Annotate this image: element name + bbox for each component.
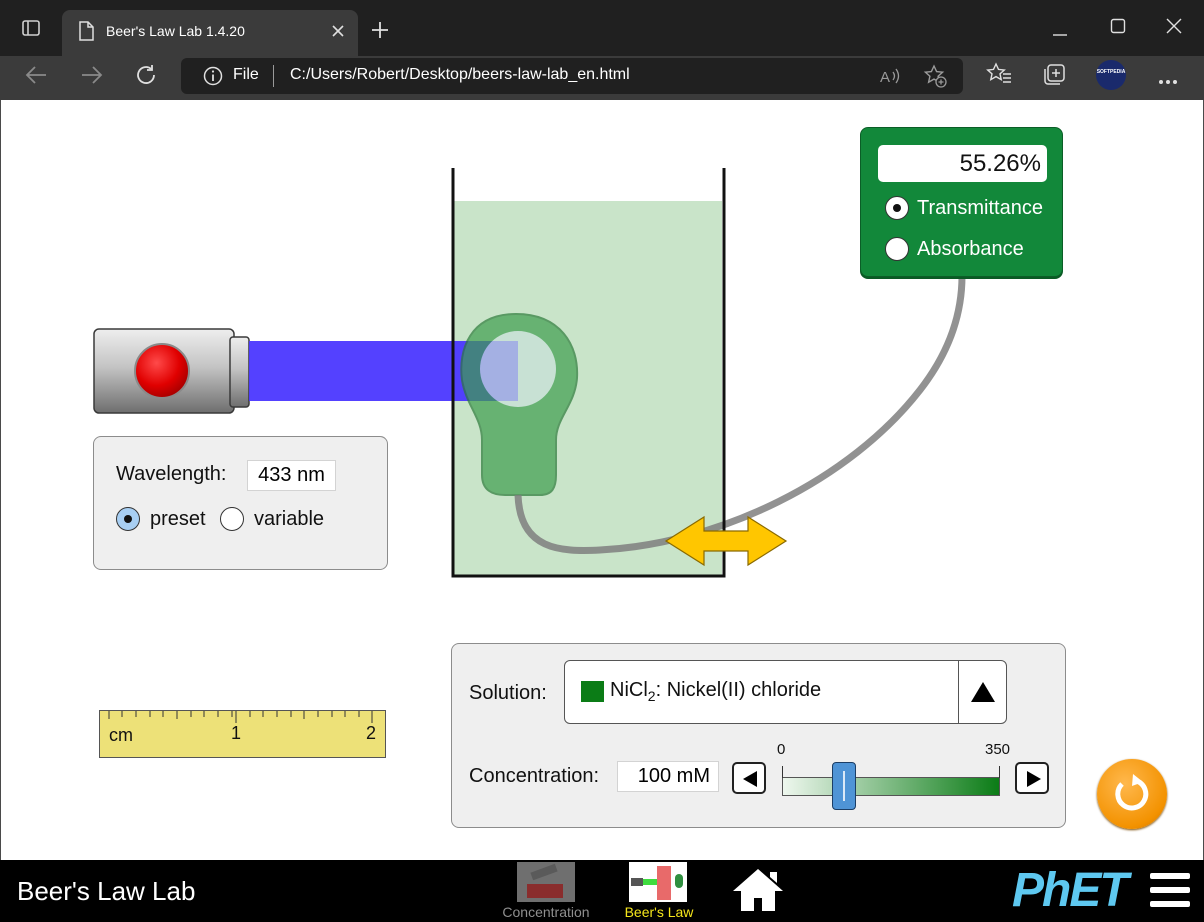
- screen-button-beers-law[interactable]: Beer's Law: [612, 862, 706, 920]
- wavelength-label: Wavelength:: [116, 463, 227, 485]
- concentration-value-box: 100 mM: [617, 761, 719, 792]
- svg-text:A: A: [880, 69, 890, 86]
- thumbnail-beaker-liquid: [527, 884, 563, 898]
- collections-icon[interactable]: [1042, 63, 1066, 92]
- wavelength-value: 433 nm: [258, 464, 325, 486]
- page-icon: [78, 21, 94, 46]
- variable-label[interactable]: variable: [254, 508, 324, 531]
- wavelength-panel: Wavelength: 433 nm preset variable: [93, 436, 388, 570]
- address-url[interactable]: C:/Users/Robert/Desktop/beers-law-lab_en…: [290, 66, 630, 84]
- close-tab-icon[interactable]: [330, 23, 346, 44]
- concentration-min-label: 0: [777, 741, 786, 758]
- thumbnail-shaker: [530, 863, 558, 881]
- reset-icon: [1115, 774, 1149, 811]
- phet-logo[interactable]: PhET: [1012, 866, 1137, 916]
- ruler-tick-1: 1: [231, 723, 242, 743]
- wavelength-value-box: 433 nm: [247, 460, 336, 491]
- concentration-value: 100 mM: [637, 765, 710, 787]
- ruler[interactable]: cm 1 2: [99, 710, 386, 758]
- profile-avatar-label: SOFTPEDIA: [1096, 69, 1126, 75]
- thumbnail-probe: [675, 874, 683, 888]
- detector-readout: 55.26%: [878, 145, 1047, 182]
- address-divider: [273, 65, 274, 87]
- tab-actions-icon[interactable]: [17, 18, 45, 44]
- preset-radio[interactable]: [116, 507, 140, 531]
- solution-label: Solution:: [469, 682, 547, 704]
- transmittance-radio[interactable]: [885, 196, 909, 220]
- profile-avatar[interactable]: SOFTPEDIA: [1096, 60, 1126, 90]
- address-scheme-label: File: [233, 66, 259, 83]
- phet-logo-text: PhET: [1012, 864, 1129, 917]
- screen-button-concentration[interactable]: Concentration: [494, 862, 598, 920]
- browser-tab[interactable]: Beer's Law Lab 1.4.20: [62, 10, 358, 56]
- new-tab-icon[interactable]: [370, 20, 390, 45]
- thumbnail-light: [631, 878, 643, 886]
- beers-law-screen-thumbnail: [629, 862, 687, 902]
- add-favorite-icon[interactable]: [923, 64, 947, 93]
- tab-title: Beer's Law Lab 1.4.20: [106, 23, 245, 39]
- slider-tick-max: [999, 766, 1000, 778]
- forward-icon[interactable]: [80, 64, 104, 91]
- info-icon[interactable]: [203, 66, 223, 91]
- absorbance-label[interactable]: Absorbance: [917, 238, 1024, 261]
- minimize-icon[interactable]: [1052, 24, 1068, 42]
- solution-panel: Solution: NiCl2: Nickel(II) chloride Con…: [451, 643, 1066, 828]
- menu-icon[interactable]: [1150, 872, 1190, 913]
- address-bar[interactable]: File C:/Users/Robert/Desktop/beers-law-l…: [181, 58, 963, 94]
- concentration-slider-track[interactable]: [782, 766, 1000, 796]
- slider-tick-min: [782, 766, 783, 778]
- ruler-unit: cm: [109, 725, 133, 745]
- concentration-increase-button[interactable]: [1015, 762, 1049, 794]
- concentration-decrease-button[interactable]: [732, 762, 766, 794]
- favorites-icon[interactable]: [986, 62, 1012, 91]
- preset-label[interactable]: preset: [150, 508, 206, 531]
- light-toggle-button[interactable]: [134, 343, 190, 399]
- concentration-screen-thumbnail: [517, 862, 575, 902]
- transmittance-label[interactable]: Transmittance: [917, 197, 1043, 220]
- solution-color-swatch: [581, 681, 604, 702]
- arrow-right-icon: [1027, 771, 1041, 787]
- screen-label-beers-law: Beer's Law: [624, 904, 694, 920]
- home-icon: [733, 869, 783, 911]
- variable-radio[interactable]: [220, 507, 244, 531]
- slider-thumb-grip: [843, 771, 846, 801]
- close-window-icon[interactable]: [1166, 18, 1182, 39]
- reset-all-button[interactable]: [1097, 759, 1167, 829]
- screen-label-concentration: Concentration: [502, 904, 590, 920]
- maximize-icon[interactable]: [1110, 18, 1126, 39]
- detector-value: 55.26%: [959, 150, 1041, 177]
- solution-combo-box[interactable]: NiCl2: Nickel(II) chloride: [564, 660, 1007, 724]
- solution-dropdown-button[interactable]: [958, 661, 1007, 723]
- solution-formula: NiCl: [610, 679, 648, 701]
- concentration-label: Concentration:: [469, 765, 600, 787]
- solution-name: NiCl2: Nickel(II) chloride: [610, 679, 821, 704]
- ruler-ticks: [108, 711, 373, 723]
- home-button[interactable]: [730, 866, 786, 919]
- read-aloud-icon[interactable]: A: [879, 66, 901, 91]
- more-options-icon[interactable]: [1158, 72, 1178, 90]
- solution-formula-subscript: 2: [647, 688, 656, 704]
- absorbance-radio[interactable]: [885, 237, 909, 261]
- solution-full-name: : Nickel(II) chloride: [655, 679, 822, 701]
- arrow-left-icon: [743, 771, 757, 787]
- concentration-max-label: 350: [985, 741, 1011, 758]
- triangle-up-icon: [971, 682, 995, 702]
- concentration-slider-thumb[interactable]: [832, 762, 857, 810]
- sim-title: Beer's Law Lab: [17, 876, 196, 906]
- ruler-tick-2: 2: [366, 723, 377, 743]
- detector-panel[interactable]: 55.26% Transmittance Absorbance: [860, 127, 1063, 277]
- refresh-icon[interactable]: [134, 63, 158, 92]
- thumbnail-beaker: [657, 866, 671, 900]
- back-icon[interactable]: [24, 64, 48, 91]
